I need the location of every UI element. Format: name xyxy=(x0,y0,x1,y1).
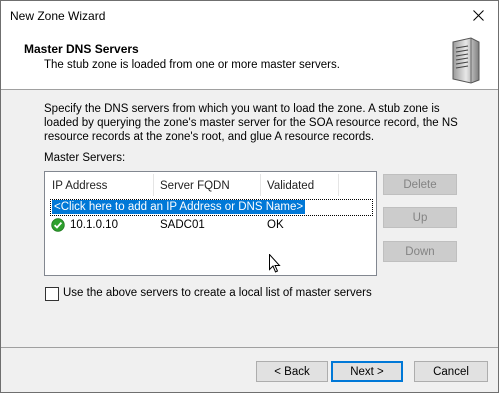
title-bar: New Zone Wizard xyxy=(1,1,498,31)
window-title: New Zone Wizard xyxy=(10,9,106,23)
wizard-window: New Zone Wizard Master DNS Servers The s… xyxy=(0,0,499,393)
column-divider[interactable] xyxy=(260,174,261,196)
close-icon xyxy=(472,9,484,21)
local-master-list-checkbox[interactable] xyxy=(45,287,59,301)
next-button[interactable]: Next > xyxy=(331,361,403,382)
page-title: Master DNS Servers xyxy=(24,42,139,56)
back-button[interactable]: < Back xyxy=(256,361,328,382)
add-server-placeholder[interactable]: <Click here to add an IP Address or DNS … xyxy=(52,200,306,214)
instructions-text: Specify the DNS servers from which you w… xyxy=(44,103,458,143)
check-circle-icon xyxy=(51,218,65,232)
table-row[interactable]: 10.1.0.10 SADC01 OK xyxy=(45,216,375,234)
wizard-header: Master DNS Servers The stub zone is load… xyxy=(1,31,498,90)
footer-divider xyxy=(1,347,498,348)
add-server-row[interactable]: <Click here to add an IP Address or DNS … xyxy=(50,199,373,216)
column-divider[interactable] xyxy=(338,174,339,196)
column-header-fqdn[interactable]: Server FQDN xyxy=(160,180,230,192)
mouse-cursor-icon xyxy=(269,254,281,273)
down-button[interactable]: Down xyxy=(383,241,457,262)
server-icon xyxy=(452,37,480,84)
fqdn-cell: SADC01 xyxy=(160,219,205,231)
ip-cell: 10.1.0.10 xyxy=(70,219,118,231)
column-divider[interactable] xyxy=(153,174,154,196)
master-servers-list[interactable]: IP Address Server FQDN Validated <Click … xyxy=(44,171,377,276)
local-master-list-label[interactable]: Use the above servers to create a local … xyxy=(63,287,372,299)
cancel-button[interactable]: Cancel xyxy=(414,361,488,382)
column-header-ip[interactable]: IP Address xyxy=(52,180,107,192)
up-button[interactable]: Up xyxy=(383,207,457,228)
master-servers-label: Master Servers: xyxy=(44,152,126,164)
close-button[interactable] xyxy=(464,4,492,26)
validated-cell: OK xyxy=(267,219,284,231)
column-header-validated[interactable]: Validated xyxy=(267,180,314,192)
page-subtitle: The stub zone is loaded from one or more… xyxy=(44,59,340,71)
delete-button[interactable]: Delete xyxy=(383,174,457,195)
